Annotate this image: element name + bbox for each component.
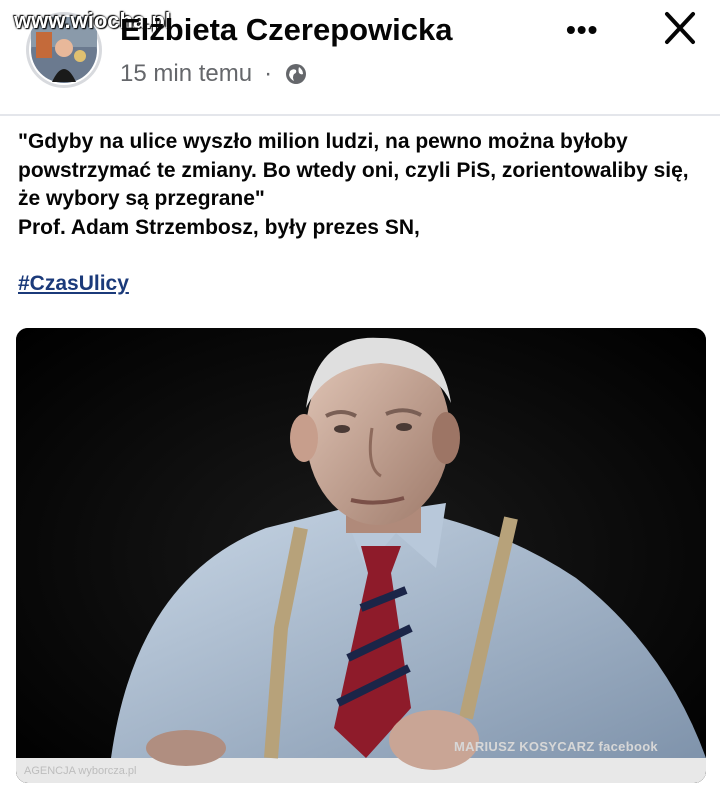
hashtag-link[interactable]: #CzasUlicy — [18, 272, 129, 296]
post-header: www.wiocha.pl Elżbieta Czerepowicka 15 m… — [0, 0, 720, 112]
header-divider — [0, 114, 720, 116]
post-time[interactable]: 15 min temu — [120, 60, 252, 88]
post-photo[interactable]: MARIUSZ KOSYCARZ facebook AGENCJA wyborc… — [16, 328, 706, 783]
post-meta: 15 min temu · — [120, 60, 308, 88]
photo-credit: MARIUSZ KOSYCARZ facebook — [454, 739, 658, 754]
author-name[interactable]: Elżbieta Czerepowicka — [120, 12, 453, 48]
globe-icon — [286, 64, 307, 84]
post-text: "Gdyby na ulice wyszło milion ludzi, na … — [18, 130, 689, 239]
meta-separator: · — [264, 60, 273, 87]
more-options-icon[interactable]: ••• — [566, 14, 598, 46]
portrait-image — [16, 328, 706, 783]
close-icon[interactable] — [660, 6, 700, 50]
agency-watermark: AGENCJA wyborcza.pl — [24, 765, 137, 777]
